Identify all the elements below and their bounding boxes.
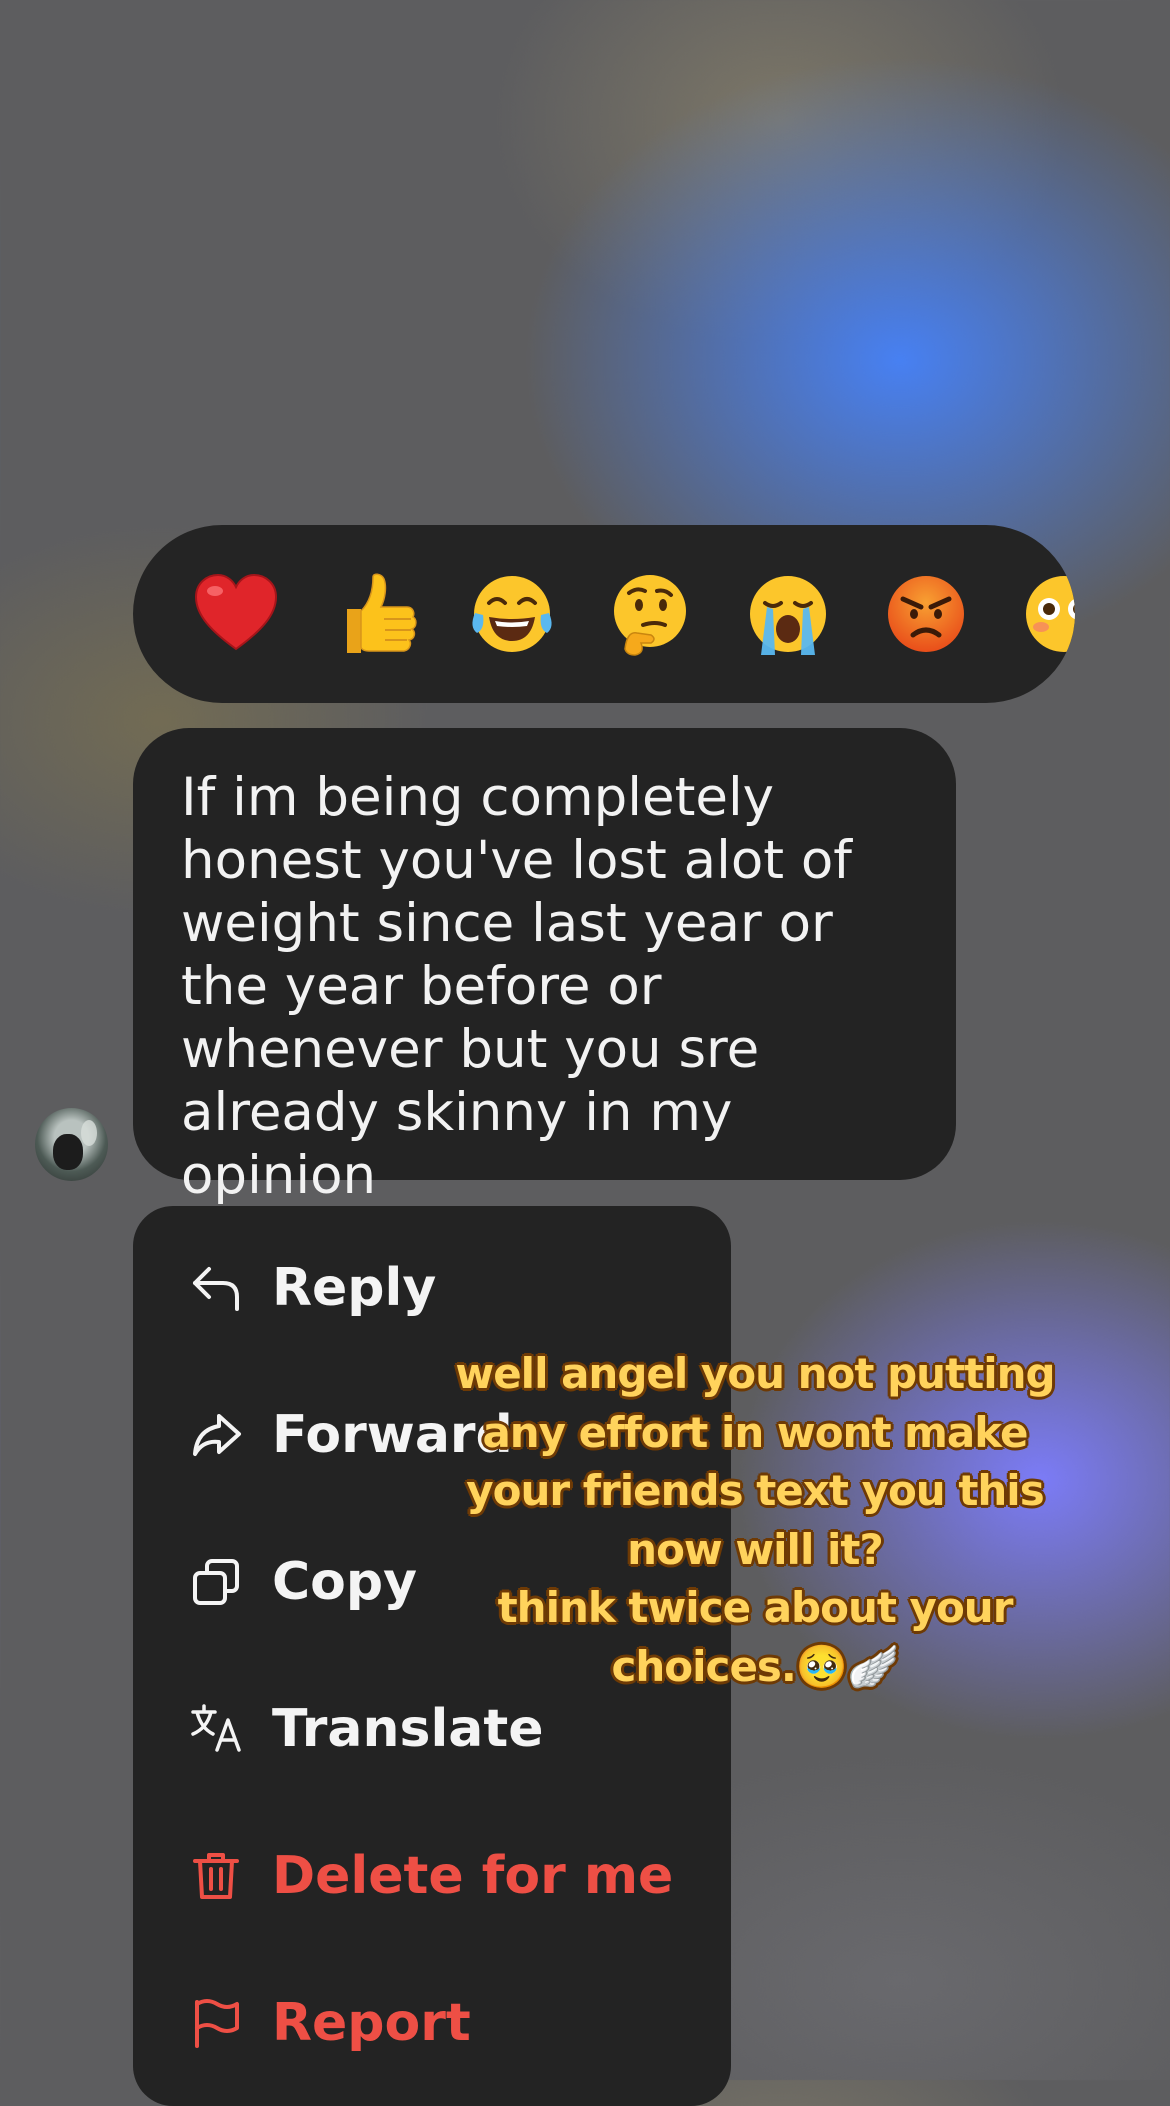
menu-item-report[interactable]: Report — [188, 1983, 471, 2063]
forward-icon — [188, 1407, 244, 1463]
flushed-face-reaction-button[interactable] — [1019, 569, 1075, 659]
tears-of-joy-icon — [472, 576, 552, 652]
menu-item-copy[interactable]: Copy — [188, 1542, 417, 1622]
heart-reaction-button[interactable] — [191, 569, 281, 659]
caption-line: think twice about your — [497, 1583, 1014, 1632]
menu-item-label: Reply — [272, 1258, 437, 1318]
thumbs-up-reaction-button[interactable] — [329, 569, 419, 659]
caption-line: your friends text you this — [466, 1466, 1044, 1515]
menu-item-label: Copy — [272, 1552, 418, 1612]
copy-icon — [188, 1554, 244, 1610]
caption-line: well angel you not putting — [455, 1349, 1055, 1398]
caption-line: choices.🥹🪽 — [611, 1641, 900, 1691]
caption-line: now will it? — [627, 1524, 884, 1574]
menu-item-label: Delete for me — [272, 1846, 674, 1906]
translate-icon — [188, 1701, 244, 1757]
thinking-face-reaction-button[interactable] — [605, 569, 695, 659]
message-text: If im being completely honest you've los… — [181, 767, 852, 1206]
avatar-figure — [53, 1134, 83, 1170]
trash-icon — [188, 1848, 244, 1904]
menu-item-label: Report — [272, 1993, 471, 2053]
caption-line: any effort in wont make — [482, 1407, 1028, 1457]
reaction-list — [191, 525, 1075, 703]
avatar-highlight — [81, 1120, 97, 1146]
reply-icon — [188, 1260, 244, 1316]
avatar[interactable] — [35, 1108, 108, 1181]
flag-icon — [188, 1995, 244, 2051]
tears-of-joy-reaction-button[interactable] — [467, 569, 557, 659]
menu-item-label: Translate — [272, 1699, 544, 1759]
flushed-face-icon — [1026, 576, 1075, 652]
crying-face-reaction-button[interactable] — [743, 569, 833, 659]
thinking-face-icon — [614, 575, 686, 656]
reaction-bar — [133, 525, 1075, 703]
menu-item-reply[interactable]: Reply — [188, 1248, 436, 1328]
angry-face-icon — [888, 576, 964, 652]
heart-icon — [194, 573, 278, 651]
menu-item-delete[interactable]: Delete for me — [188, 1836, 673, 1916]
thumbs-up-icon — [347, 573, 417, 653]
angry-face-reaction-button[interactable] — [881, 569, 971, 659]
message-bubble[interactable]: If im being completely honest you've los… — [133, 728, 956, 1206]
menu-item-translate[interactable]: Translate — [188, 1689, 544, 1769]
overlay-caption: well angel you not putting any effort in… — [430, 1345, 1080, 1696]
crying-face-icon — [750, 576, 826, 655]
